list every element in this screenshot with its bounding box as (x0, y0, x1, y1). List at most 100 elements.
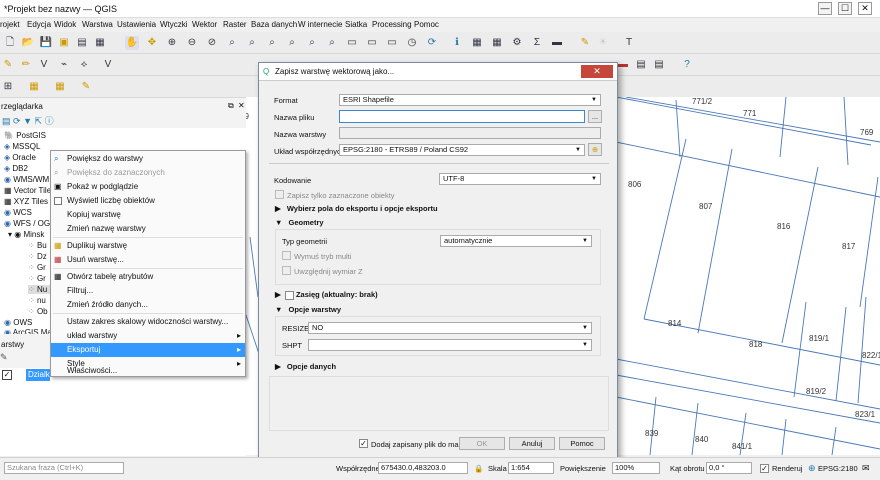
browser-item-ob[interactable]: ⁘ Ob (28, 307, 48, 316)
pan-to-selection-icon[interactable]: ✥ (145, 36, 159, 50)
browser-item-xyz-tiles[interactable]: ▦ XYZ Tiles (4, 197, 48, 206)
temporal-icon[interactable]: ◷ (405, 36, 419, 50)
style-manager-icon[interactable]: ▦ (93, 36, 107, 50)
locator-search-input[interactable]: Szukana fraza (Ctrl+K) (4, 462, 124, 474)
menu-layer[interactable]: Warstwa (82, 20, 113, 29)
add-to-map-checkbox[interactable]: ✓ (359, 439, 368, 448)
text-annotation-icon[interactable]: T (622, 36, 636, 50)
menu-project[interactable]: rojekt (0, 20, 20, 29)
browser-item-gr1[interactable]: ⁘ Gr (28, 263, 46, 272)
save-project-icon[interactable]: 💾 (39, 36, 53, 50)
pan-icon[interactable]: ✋ (125, 36, 139, 50)
layer-visibility-checkbox[interactable]: ✓ (2, 370, 12, 380)
crs-selector-icon[interactable]: ⊕ (588, 143, 602, 156)
browser-item-ows[interactable]: ◉ OWS (4, 318, 32, 327)
coordinate-input[interactable]: 675430.0,483203.0 (378, 462, 468, 474)
browser-item-mssql[interactable]: ◈ MSSQL (4, 142, 40, 151)
menu-export[interactable]: Eksportuj ▸ (51, 343, 245, 357)
help-icon[interactable]: ? (680, 58, 694, 72)
browser-item-db2[interactable]: ◈ DB2 (4, 164, 28, 173)
zoom-out-icon[interactable]: ⊖ (185, 36, 199, 50)
zoom-layer-icon[interactable]: ⌕ (265, 36, 279, 50)
menu-settings[interactable]: Ustawienia (117, 20, 156, 29)
vertex-tool-icon[interactable]: V (37, 58, 51, 72)
menu-copy-layer[interactable]: Kopiuj warstwę (51, 208, 245, 222)
browser-item-oracle[interactable]: ◈ Oracle (4, 153, 36, 162)
menu-open-attribute-table[interactable]: ▦ Otwórz tabelę atrybutów (51, 270, 245, 284)
menu-layer-crs[interactable]: układ warstwy ▸ (51, 329, 245, 343)
browser-item-bu[interactable]: ⁘ Bu (28, 241, 47, 250)
menu-rename-layer[interactable]: Zmień nazwę warstwy (51, 222, 245, 236)
data-options-section-header[interactable]: ▶ Opcje danych (275, 362, 336, 371)
add-selected-icon[interactable]: ▤ (2, 116, 11, 126)
layer-options-section-header[interactable]: ▼ Opcje warstwy (275, 305, 341, 314)
layername-input[interactable] (339, 127, 601, 139)
refresh-icon[interactable]: ⟳ (425, 36, 439, 50)
map-tips-icon[interactable]: ✎ (578, 36, 592, 50)
force-multi-checkbox[interactable] (282, 251, 291, 260)
digitize-icon[interactable]: ⌁ (57, 58, 71, 72)
refresh-browser-icon[interactable]: ⟳ (13, 116, 21, 126)
browser-item-wfs[interactable]: ◉ WFS / OGC (4, 219, 56, 228)
crs-globe-icon[interactable]: ⊕ (808, 463, 816, 474)
menu-zoom-to-layer[interactable]: ⌕ Powiększ do warstwy (51, 152, 245, 166)
add-feature-icon[interactable]: ⟡ (77, 58, 91, 72)
fields-section-header[interactable]: ▶ Wybierz pola do eksportu i opcje ekspo… (275, 204, 438, 213)
shpt-select[interactable]: ▼ (308, 339, 592, 351)
browser-item-postgis[interactable]: 🐘 PostGIS (4, 131, 46, 140)
measure-icon[interactable]: ▬ (550, 36, 564, 50)
browser-item-gr2[interactable]: ⁘ Gr (28, 274, 46, 283)
layout-manager-icon[interactable]: ▤ (75, 36, 89, 50)
properties-icon[interactable]: ⓘ (45, 116, 54, 126)
menu-change-data-source[interactable]: Zmień źródło danych... (51, 298, 245, 312)
geom-type-select[interactable]: automatycznie ▼ (440, 235, 592, 247)
zoom-rubber-icon[interactable]: ⊘ (205, 36, 219, 50)
menu-help[interactable]: Pomoc (414, 20, 439, 29)
project-crs-button[interactable]: EPSG:2180 (818, 464, 858, 473)
menu-edit[interactable]: Edycja (27, 20, 51, 29)
new-layer-icon[interactable]: ▦ (27, 80, 41, 94)
extent-section-header[interactable]: ▶ Zasięg (aktualny: brak) (275, 290, 378, 300)
browser-item-wms[interactable]: ◉ WMS/WM (4, 175, 49, 184)
panel-float-icon[interactable]: ⧉ (228, 101, 234, 111)
layer-item-dzialki[interactable]: Dzialk (26, 369, 50, 381)
crs-select[interactable]: EPSG:2180 - ETRS89 / Poland CS92 ▼ (339, 144, 585, 156)
attribute-table-icon[interactable]: ▦ (470, 36, 484, 50)
ok-button[interactable]: OK (459, 437, 505, 450)
panel-close-icon[interactable]: ✕ (238, 101, 245, 110)
annotations-icon[interactable]: ☀ (596, 36, 610, 50)
browser-item-nu[interactable]: ⁘ Nu (28, 285, 50, 294)
show-labels-icon[interactable]: ▤ (652, 58, 666, 72)
zoom-last-icon[interactable]: ⌕ (305, 36, 319, 50)
field-calculator-icon[interactable]: ▦ (490, 36, 504, 50)
new-project-icon[interactable]: 🗋 (3, 36, 17, 50)
zoom-full-icon[interactable]: ⌕ (225, 36, 239, 50)
zoom-next-icon[interactable]: ⌕ (325, 36, 339, 50)
menu-remove-layer[interactable]: ▦ Usuń warstwę... (51, 253, 245, 267)
menu-plugins[interactable]: Wtyczki (160, 20, 188, 29)
minimize-button[interactable]: — (818, 2, 832, 15)
selected-only-checkbox[interactable] (275, 190, 284, 199)
menu-raster[interactable]: Raster (223, 20, 247, 29)
help-button[interactable]: Pomoc (559, 437, 605, 450)
menu-view[interactable]: Widok (54, 20, 76, 29)
render-checkbox[interactable]: ✓ (760, 464, 769, 473)
browse-button[interactable]: ... (588, 110, 602, 123)
filter-browser-icon[interactable]: ▼ (23, 116, 32, 126)
zoom-selection-icon[interactable]: ⌕ (245, 36, 259, 50)
menu-vector[interactable]: Wektor (192, 20, 217, 29)
menu-zoom-to-selection[interactable]: ⌕ Powiększ do zaznaczonych (51, 166, 245, 180)
dialog-close-button[interactable]: ✕ (581, 65, 613, 78)
lock-icon[interactable]: 🔒 (474, 464, 483, 473)
open-layer-styling-icon[interactable]: ✎ (0, 352, 8, 362)
menu-set-scale-visibility[interactable]: Ustaw zakres skalowy widoczności warstwy… (51, 315, 245, 329)
open-project-icon[interactable]: 📂 (21, 36, 35, 50)
identify-icon[interactable]: ℹ (450, 36, 464, 50)
rotation-input[interactable]: 0,0 ° (706, 462, 752, 474)
menu-show-in-overview[interactable]: ▣ Pokaż w podglądzie (51, 180, 245, 194)
pin-labels-icon[interactable]: ▤ (634, 58, 648, 72)
encoding-select[interactable]: UTF-8 ▼ (439, 173, 601, 185)
processing-toolbox-icon[interactable]: ⚙ (510, 36, 524, 50)
current-edits-icon[interactable]: ✎ (1, 58, 15, 72)
statistics-icon[interactable]: Σ (530, 36, 544, 50)
